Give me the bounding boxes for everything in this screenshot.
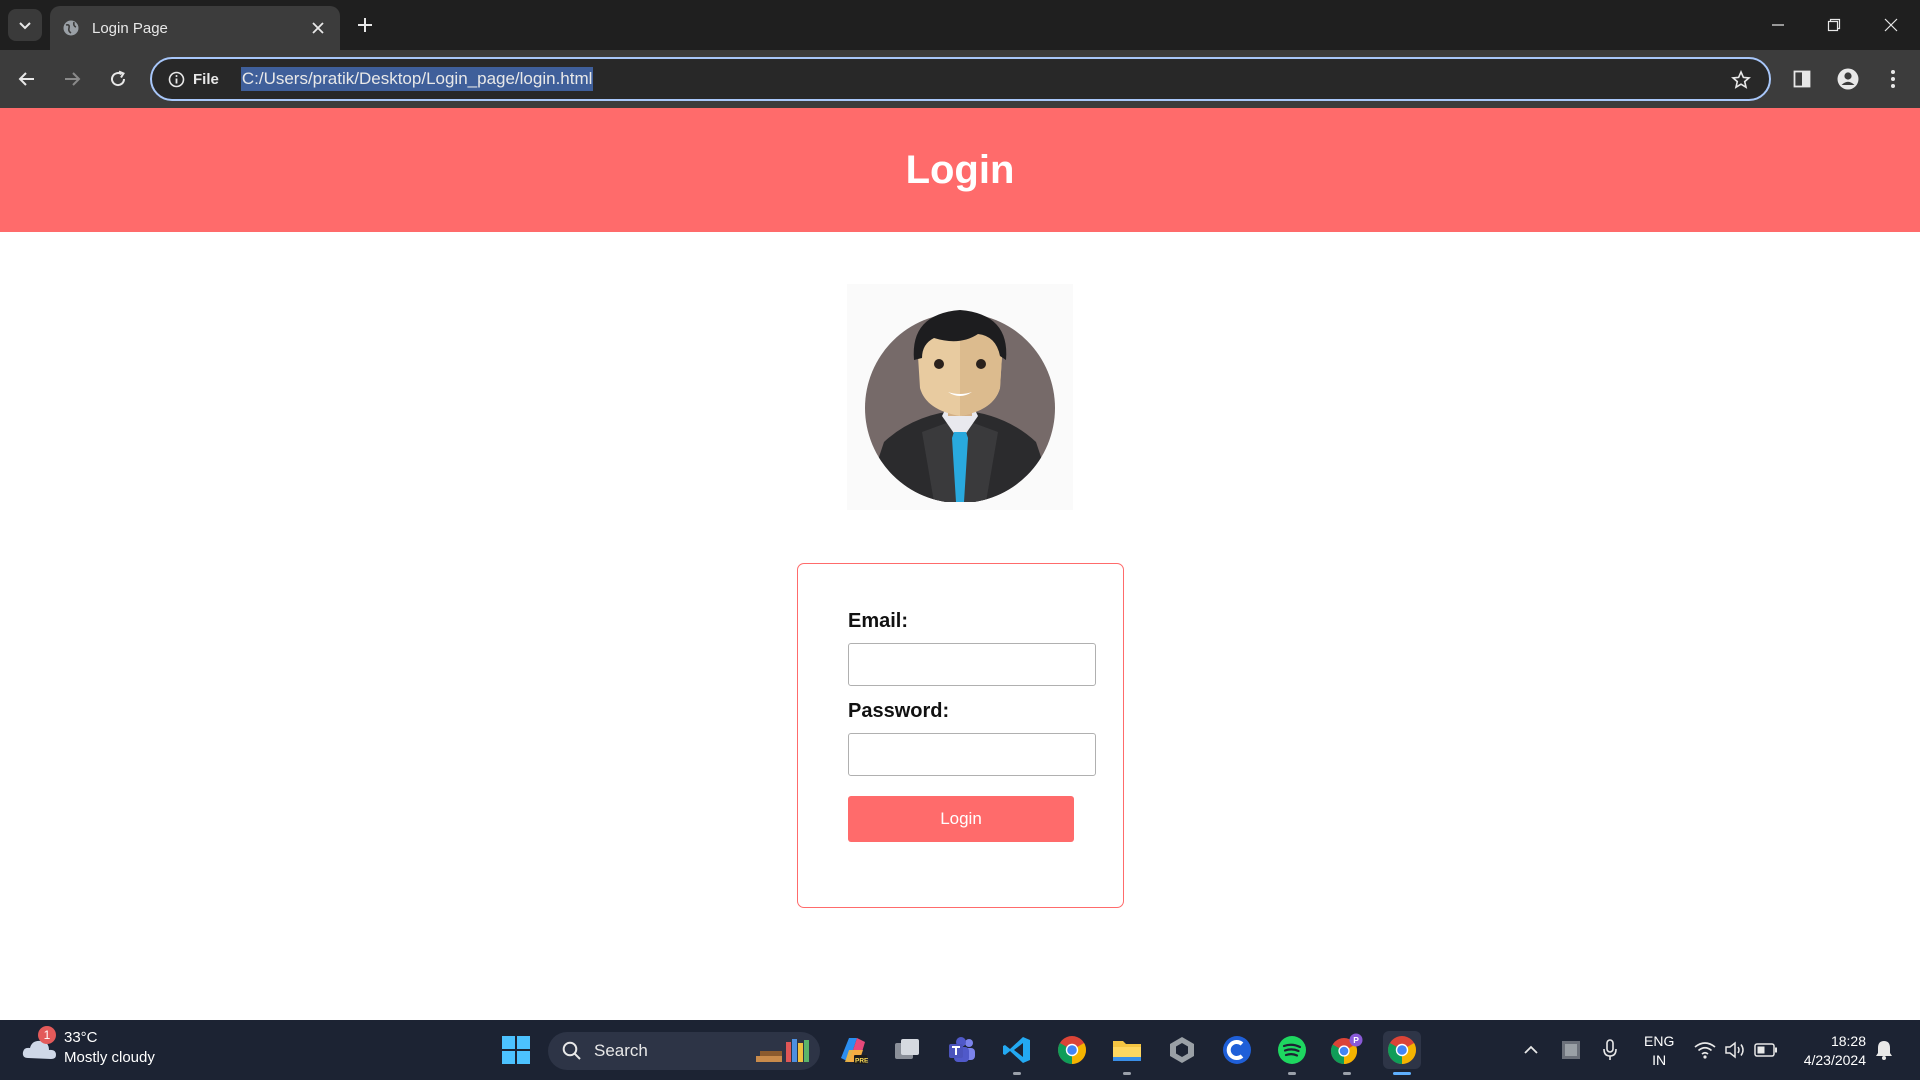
browser-tab[interactable]: Login Page [50,6,340,50]
browser-tab-bar: Login Page [0,0,1920,50]
person-icon [1837,68,1859,90]
side-panel-icon [1793,70,1811,88]
chevron-up-icon [1524,1045,1538,1054]
copilot-icon[interactable]: PRE [834,1031,872,1069]
unity-icon[interactable] [1163,1031,1201,1069]
address-bar[interactable]: File C:/Users/pratik/Desktop/Login_page/… [150,57,1771,101]
clock-date: 4/23/2024 [1803,1052,1866,1068]
minimize-button[interactable] [1758,10,1798,40]
arrow-right-icon [65,72,81,86]
notification-bell-icon[interactable] [1872,1038,1896,1062]
email-input[interactable] [848,643,1096,686]
login-form: Email: Password: Login [797,563,1124,908]
language-indicator[interactable]: ENG IN [1644,1032,1674,1070]
page-content: Login Email: Password: Login [0,108,1920,1020]
info-icon [168,71,185,87]
password-input[interactable] [848,733,1096,776]
tab-search-button[interactable] [8,9,42,41]
system-clock[interactable]: 18:28 4/23/2024 [1804,1032,1866,1070]
url-text[interactable]: C:/Users/pratik/Desktop/Login_page/login… [240,67,594,91]
weather-badge: 1 [38,1026,56,1044]
language-line-1: ENG [1644,1033,1675,1049]
chrome-active-icon[interactable] [1383,1031,1421,1075]
spotify-icon[interactable] [1273,1031,1311,1075]
windows-taskbar: 1 33°C Mostly cloudy Search PRE P ENG IN… [0,1020,1920,1080]
svg-text:PRE: PRE [855,1058,869,1065]
minimize-icon [1772,24,1784,26]
weather-condition: Mostly cloudy [64,1049,155,1066]
menu-button[interactable] [1878,64,1908,94]
vscode-icon[interactable] [998,1031,1036,1075]
more-vert-icon [1891,70,1895,88]
email-label: Email: [848,610,909,632]
clock-time: 18:28 [1830,1033,1866,1049]
volume-icon[interactable] [1723,1038,1747,1062]
search-icon [562,1041,581,1060]
restore-button[interactable] [1814,10,1854,40]
arrow-left-icon [18,72,34,86]
tray-app-icon[interactable] [1559,1038,1583,1062]
reload-icon [111,70,126,87]
forward-button[interactable] [57,64,87,94]
ccleaner-icon[interactable] [1218,1031,1256,1069]
windows-logo-icon [502,1036,530,1064]
wifi-icon[interactable] [1693,1038,1717,1062]
plus-icon [358,18,372,32]
close-tab-icon[interactable] [308,18,328,38]
weather-temperature: 33°C [64,1029,98,1046]
close-window-button[interactable] [1871,10,1911,40]
svg-text:P: P [1353,1035,1359,1045]
back-button[interactable] [12,64,42,94]
task-view-icon[interactable] [888,1031,926,1069]
login-button[interactable]: Login [848,796,1074,842]
windows-start-button[interactable] [497,1031,535,1069]
businessman-avatar-icon [865,310,1055,502]
close-icon [1884,18,1898,32]
taskbar-search[interactable]: Search [548,1032,820,1070]
cloud-icon: 1 [20,1026,60,1068]
teams-icon[interactable] [943,1031,981,1069]
password-label: Password: [848,700,950,722]
file-explorer-icon[interactable] [1108,1031,1146,1075]
chrome-icon[interactable] [1053,1031,1091,1069]
tab-title: Login Page [92,19,168,37]
globe-icon [62,19,80,37]
side-panel-button[interactable] [1787,64,1817,94]
page-title: Login [905,147,1015,192]
new-tab-button[interactable] [352,12,378,38]
language-line-2: IN [1652,1052,1667,1068]
star-icon [1731,70,1751,89]
search-highlight-books-icon [756,1039,809,1062]
chrome-profile-icon[interactable]: P [1328,1031,1366,1075]
battery-icon[interactable] [1754,1038,1778,1062]
profile-button[interactable] [1833,64,1863,94]
browser-toolbar: File C:/Users/pratik/Desktop/Login_page/… [0,50,1920,108]
show-hidden-icons-button[interactable] [1519,1038,1543,1062]
search-label: Search [594,1041,648,1060]
file-scheme-label: File [193,70,219,88]
reload-button[interactable] [103,64,133,94]
user-avatar [847,284,1073,510]
microphone-icon[interactable] [1598,1038,1622,1062]
chevron-down-icon [19,22,31,30]
page-header: Login [0,108,1920,232]
restore-icon [1827,18,1841,32]
bookmark-star-button[interactable] [1729,68,1753,92]
site-info-button[interactable]: File [164,64,223,94]
weather-widget[interactable]: 1 33°C Mostly cloudy [20,1026,155,1068]
